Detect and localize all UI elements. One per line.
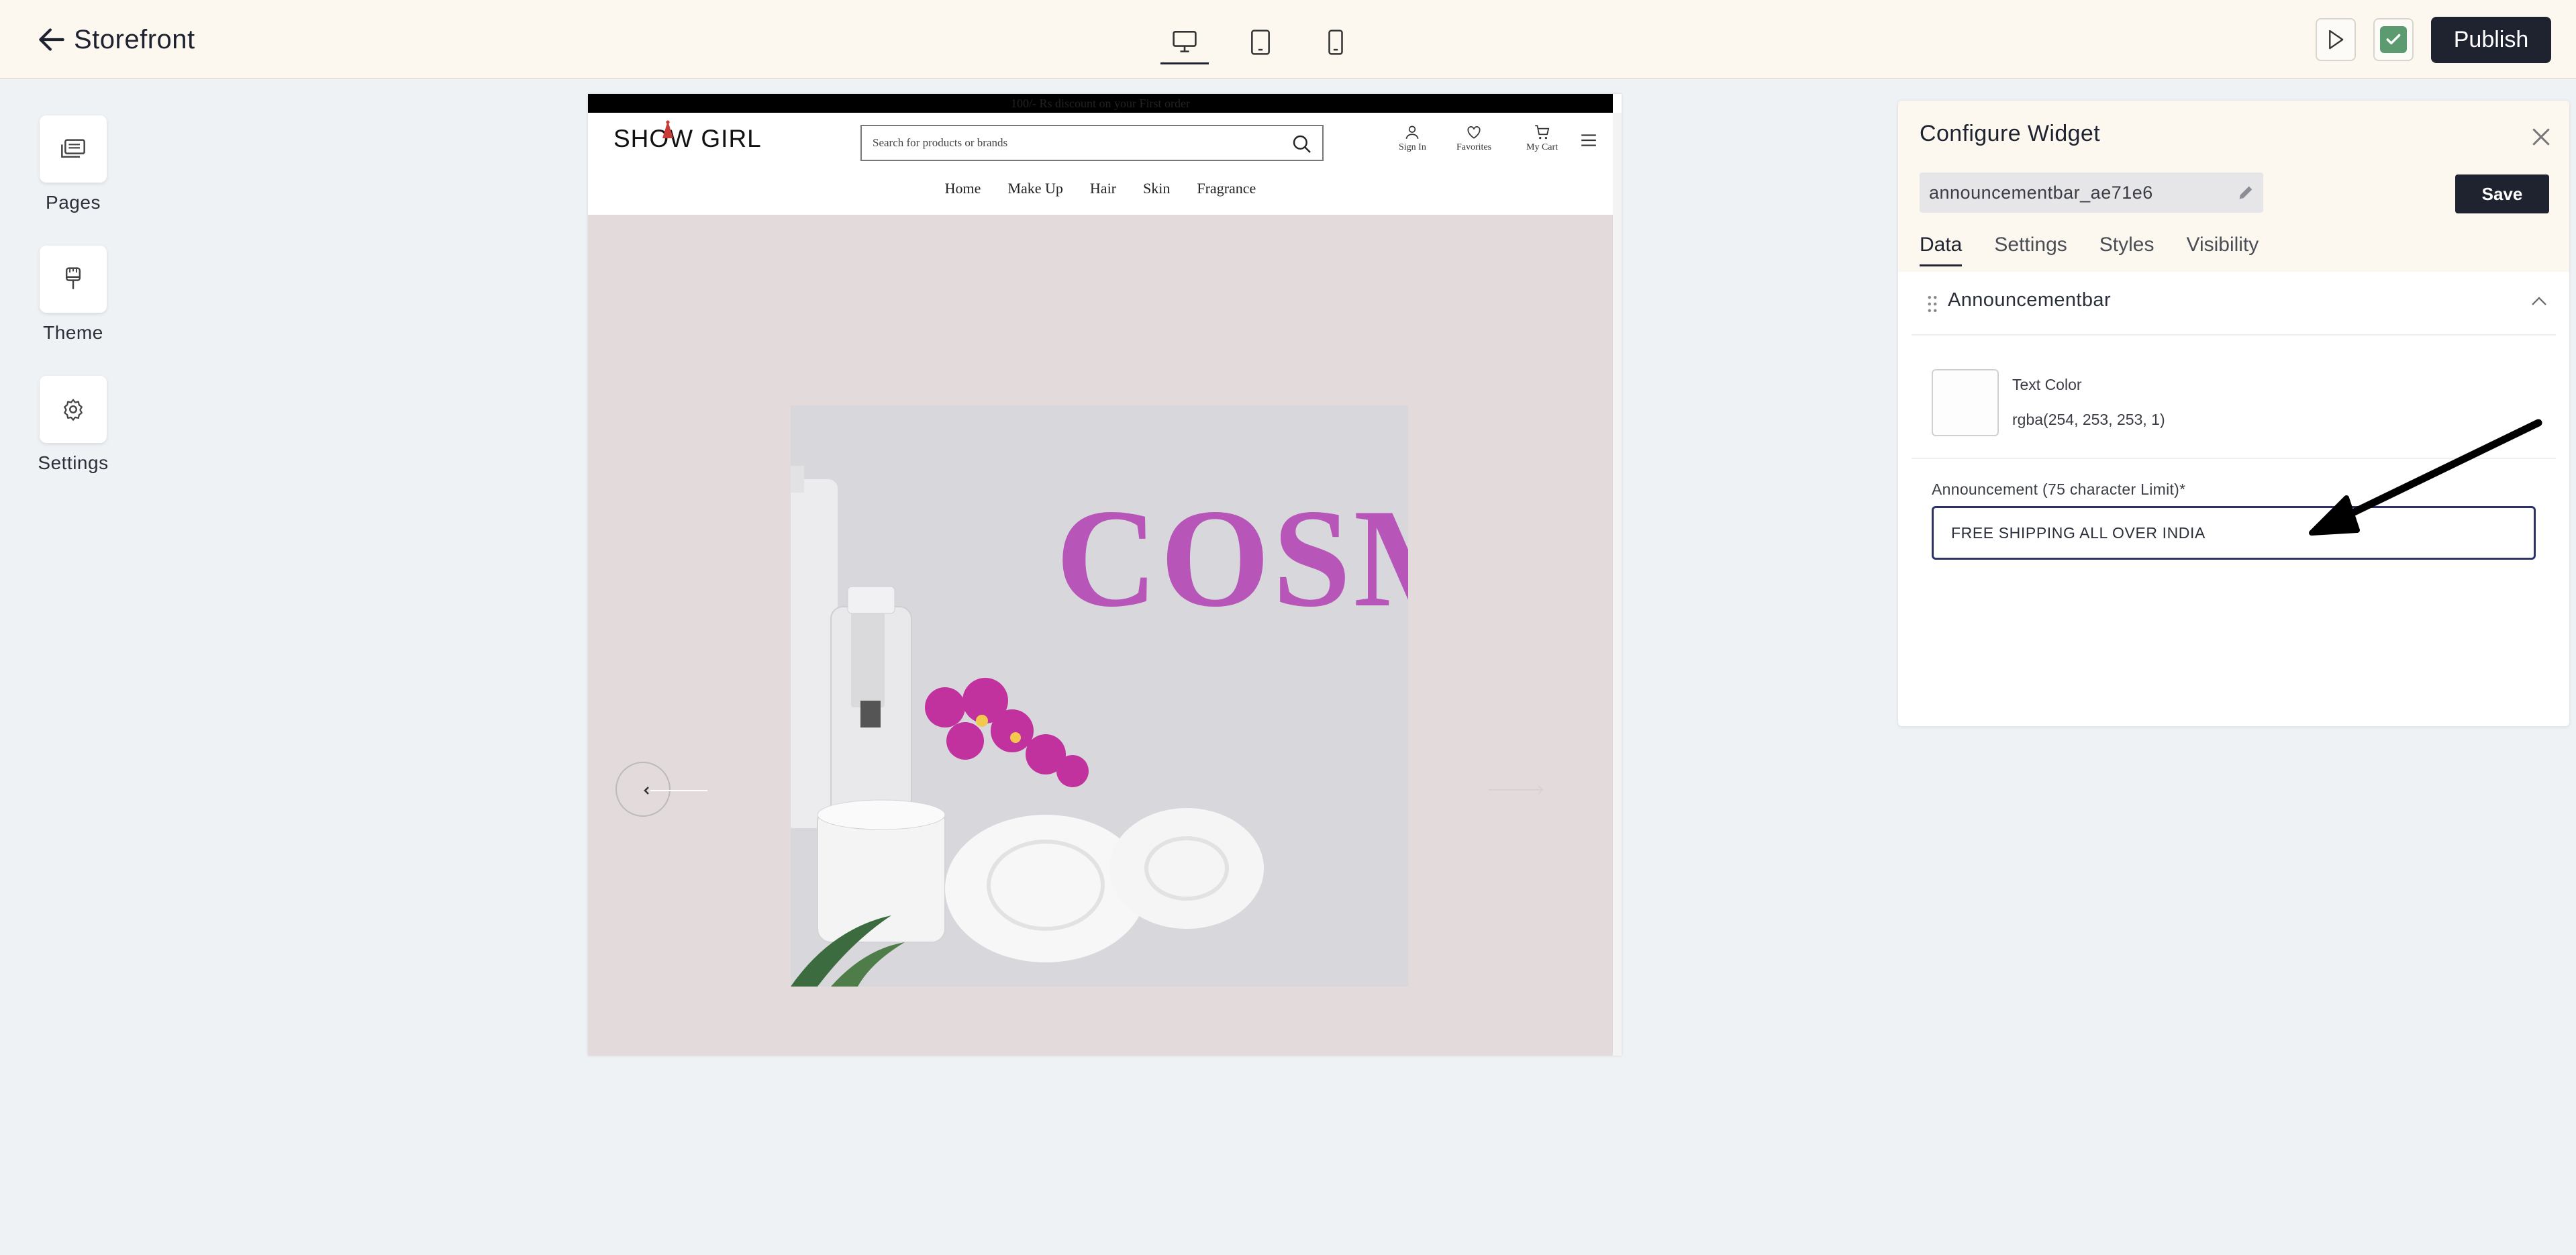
text-color-value: rgba(254, 253, 253, 1) [2012,411,2165,428]
settings-card[interactable] [40,376,107,443]
tab-visibility[interactable]: Visibility [2186,234,2259,266]
cart-link[interactable]: My Cart [1526,123,1558,153]
pages-card[interactable] [40,115,107,183]
text-color-swatch[interactable] [1932,369,1999,436]
nav-hair[interactable]: Hair [1090,180,1116,197]
announcement-input[interactable] [1932,506,2536,560]
publish-button[interactable]: Publish [2431,17,2551,63]
divider [1912,458,2556,459]
hamburger-menu-icon[interactable] [1580,133,1597,148]
logo-text: SHOW GIRL [613,125,762,152]
desktop-icon [1173,30,1197,52]
configure-widget-panel: Configure Widget announcementbar_ae71e6 … [1898,101,2569,726]
preview-scrollbar[interactable] [1613,113,1622,1056]
mobile-icon [1328,30,1343,55]
search-placeholder: Search for products or brands [873,136,1008,149]
sidebar-item-label: Pages [46,192,101,213]
favorites-label: Favorites [1456,142,1492,152]
pencil-icon[interactable] [2236,183,2255,202]
preview-play-button[interactable] [2316,18,2356,61]
desktop-view-button[interactable] [1160,20,1209,64]
section-title: Announcementbar [1948,289,2111,311]
tab-settings[interactable]: Settings [1994,234,2067,266]
storefront-preview[interactable]: 100/- Rs discount on your First order SH… [588,94,1622,1056]
heart-icon [1467,126,1481,139]
search-icon[interactable] [1291,134,1313,155]
chevron-up-icon[interactable] [2529,295,2549,308]
page-title: Storefront [74,25,195,54]
text-color-label: Text Color [2012,376,2082,393]
site-logo[interactable]: SHOW GIRL [613,120,762,153]
tablet-view-button[interactable] [1236,20,1285,64]
sign-in-link[interactable]: Sign In [1399,123,1426,153]
panel-header: Configure Widget announcementbar_ae71e6 … [1898,101,2569,272]
pages-icon [61,139,85,158]
announcementbar-section-header[interactable]: Announcementbar [1912,272,2556,336]
play-icon [2329,30,2344,50]
brush-icon [65,267,81,289]
sidebar-item-settings[interactable]: Settings [0,376,146,474]
nav-home[interactable]: Home [945,180,981,197]
tab-data[interactable]: Data [1920,234,1963,266]
announcement-bar[interactable]: 100/- Rs discount on your First order [588,94,1613,113]
chevron-left-icon [644,787,707,795]
nav-skin[interactable]: Skin [1143,180,1170,197]
check-icon [2380,26,2407,53]
announcement-field-label: Announcement (75 character Limit)* [1932,481,2186,498]
back-arrow-icon[interactable] [35,23,68,56]
carousel-prev-button[interactable] [615,762,707,817]
hat-logo-icon [662,120,673,138]
theme-card[interactable] [40,246,107,313]
tab-styles[interactable]: Styles [2099,234,2154,266]
user-icon [1405,126,1419,139]
cart-icon [1534,125,1549,140]
cart-label: My Cart [1526,142,1558,152]
sidebar-item-theme[interactable]: Theme [0,246,146,344]
tablet-icon [1251,30,1270,55]
sidebar-item-label: Theme [43,322,103,343]
sign-in-label: Sign In [1399,142,1426,152]
mobile-view-button[interactable] [1311,20,1360,64]
save-button[interactable]: Save [2455,174,2549,213]
site-navigation: Home Make Up Hair Skin Fragrance [588,180,1613,197]
nav-make-up[interactable]: Make Up [1007,180,1062,197]
nav-fragrance[interactable]: Fragrance [1197,180,1256,197]
validate-button[interactable] [2373,18,2414,61]
gear-icon [64,399,83,421]
sidebar-item-label: Settings [38,452,109,473]
top-bar: Storefront Publish [0,0,2576,79]
panel-title: Configure Widget [1920,121,2101,146]
widget-name-field[interactable]: announcementbar_ae71e6 [1920,172,2263,213]
site-search-input[interactable]: Search for products or brands [860,125,1324,161]
hero-banner: COSM [588,215,1613,1056]
carousel-next-icon[interactable] [1489,782,1549,798]
hero-image: COSM [791,405,1408,987]
close-icon[interactable] [2528,123,2555,150]
widget-name-value: announcementbar_ae71e6 [1929,183,2153,203]
cosmetics-product-illustration [791,466,1264,987]
favorites-link[interactable]: Favorites [1456,123,1491,153]
panel-tabs: Data Settings Styles Visibility [1920,234,2259,266]
drag-handle-icon[interactable] [1926,295,1938,313]
sidebar-item-pages[interactable]: Pages [0,115,146,213]
